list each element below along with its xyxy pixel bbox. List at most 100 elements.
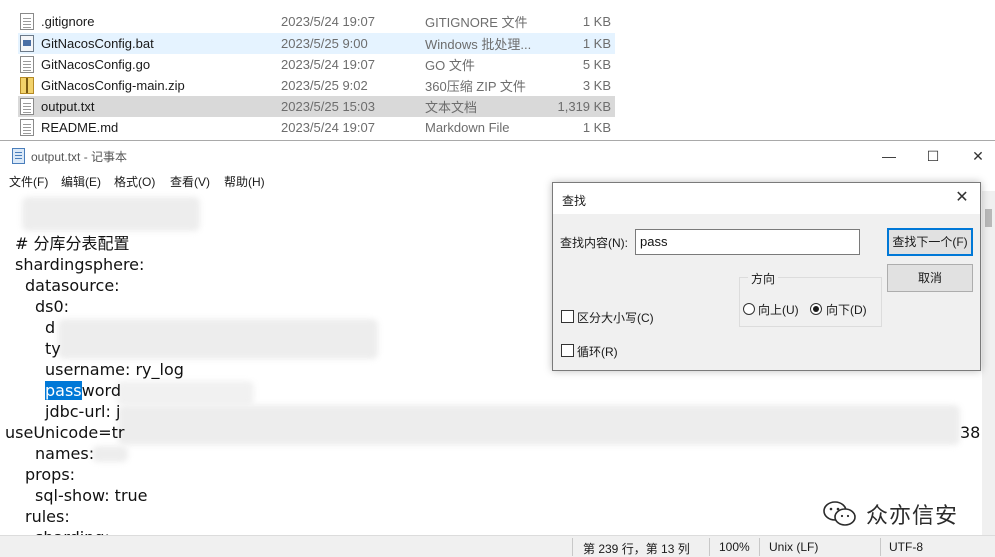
- direction-up-radio[interactable]: [743, 303, 755, 315]
- redacted-area: [58, 319, 378, 359]
- wrap-around-checkbox[interactable]: [561, 344, 574, 357]
- text-file-icon: [20, 119, 34, 136]
- code-line: sql-show: true: [35, 486, 148, 505]
- watermark: 众亦信安: [822, 498, 958, 530]
- file-type: 360压缩 ZIP 文件: [425, 79, 526, 94]
- direction-down-label[interactable]: 向下(D): [826, 301, 867, 318]
- file-size: 3 KB: [582, 78, 611, 93]
- encoding: UTF-8: [889, 540, 923, 554]
- code-line: shardingsphere:: [15, 255, 145, 274]
- status-separator: [709, 538, 710, 556]
- maximize-button[interactable]: ☐: [910, 141, 956, 171]
- menu-view[interactable]: 查看(V): [170, 173, 210, 190]
- redacted-area: [116, 381, 254, 405]
- minimize-button[interactable]: —: [866, 141, 912, 171]
- code-line: sharding:: [35, 527, 110, 535]
- direction-up-label[interactable]: 向上(U): [758, 301, 799, 318]
- find-dialog-title: 查找: [562, 194, 587, 208]
- code-line: useUnicode=tr: [5, 423, 125, 442]
- find-dialog-titlebar[interactable]: 查找 ✕: [553, 183, 980, 214]
- file-size: 1 KB: [582, 120, 611, 135]
- code-line: # 分库分表配置: [15, 234, 130, 253]
- code-line: ty: [45, 339, 61, 358]
- direction-group-label: 方向: [748, 270, 779, 287]
- file-row-gitnacosconfig-main-zip[interactable]: GitNacosConfig-main.zip 2023/5/25 9:02 3…: [18, 75, 615, 96]
- file-row-output-txt[interactable]: output.txt 2023/5/25 15:03 文本文档 1,319 KB: [18, 96, 615, 117]
- find-what-input[interactable]: pass: [635, 229, 860, 255]
- file-name: GitNacosConfig-main.zip: [41, 78, 185, 93]
- code-line: names:: [35, 444, 95, 463]
- file-date: 2023/5/25 9:02: [281, 78, 368, 93]
- file-date: 2023/5/24 19:07: [281, 14, 375, 29]
- cursor-position: 第 239 行，第 13 列: [583, 542, 690, 556]
- code-line: datasource:: [25, 276, 120, 295]
- notepad-titlebar[interactable]: output.txt - 记事本 — ☐ ✕: [0, 141, 995, 171]
- file-date: 2023/5/25 9:00: [281, 36, 368, 51]
- menu-help[interactable]: 帮助(H): [224, 173, 265, 190]
- batch-file-icon: [20, 35, 34, 52]
- file-name: output.txt: [41, 99, 95, 114]
- menu-edit[interactable]: 编辑(E): [61, 173, 101, 190]
- status-separator: [759, 538, 760, 556]
- file-name: GitNacosConfig.bat: [41, 36, 154, 51]
- watermark-text: 众亦信安: [866, 504, 959, 529]
- code-text: word: [81, 381, 121, 400]
- text-file-icon: [20, 56, 34, 73]
- zoom-level: 100%: [719, 540, 750, 554]
- file-type: Windows 批处理...: [425, 37, 532, 52]
- close-button[interactable]: ✕: [955, 141, 995, 171]
- code-line: d: [45, 318, 56, 337]
- file-name: GitNacosConfig.go: [41, 57, 151, 72]
- status-bar: 第 239 行，第 13 列 100% Unix (LF) UTF-8: [0, 535, 995, 557]
- file-name: .gitignore: [41, 14, 95, 29]
- wrap-around-label[interactable]: 循环(R): [577, 343, 618, 360]
- text-file-icon: [20, 98, 34, 115]
- file-name: README.md: [41, 120, 119, 135]
- menu-format[interactable]: 格式(O): [114, 173, 155, 190]
- vertical-scrollbar[interactable]: [982, 191, 995, 535]
- code-line: username: ry_log: [45, 360, 184, 379]
- search-match-highlight: pass: [45, 381, 82, 400]
- file-size: 5 KB: [582, 57, 611, 72]
- file-row-gitnacosconfig-go[interactable]: GitNacosConfig.go 2023/5/24 19:07 GO 文件 …: [18, 54, 615, 75]
- notepad-app-icon: [12, 148, 25, 164]
- file-date: 2023/5/24 19:07: [281, 120, 375, 135]
- file-type: 文本文档: [425, 100, 478, 115]
- line-ending: Unix (LF): [769, 540, 819, 554]
- redacted-area: [92, 446, 128, 462]
- file-explorer-list: .gitignore 2023/5/24 19:07 GITIGNORE 文件 …: [0, 0, 995, 140]
- file-row-readme-md[interactable]: README.md 2023/5/24 19:07 Markdown File …: [18, 117, 615, 138]
- code-line: props:: [25, 465, 76, 484]
- file-size: 1 KB: [582, 36, 611, 51]
- find-what-label: 查找内容(N):: [560, 236, 628, 250]
- file-type: GITIGNORE 文件: [425, 15, 528, 30]
- find-dialog: 查找 ✕ 查找内容(N): pass 查找下一个(F) 取消 方向 向上(U) …: [552, 182, 981, 371]
- file-row-gitignore[interactable]: .gitignore 2023/5/24 19:07 GITIGNORE 文件 …: [18, 11, 615, 32]
- redacted-area: [118, 405, 960, 445]
- match-case-checkbox[interactable]: [561, 310, 574, 323]
- cancel-button[interactable]: 取消: [887, 264, 973, 292]
- window-title: output.txt - 记事本: [31, 150, 128, 164]
- file-date: 2023/5/24 19:07: [281, 57, 375, 72]
- file-row-gitnacosconfig-bat[interactable]: GitNacosConfig.bat 2023/5/25 9:00 Window…: [18, 33, 615, 54]
- menu-file[interactable]: 文件(F): [9, 173, 48, 190]
- scrollbar-thumb[interactable]: [985, 209, 992, 227]
- code-line: ds0:: [35, 297, 70, 316]
- find-dialog-close-button[interactable]: ✕: [950, 187, 974, 209]
- redacted-area: [22, 197, 200, 231]
- file-size: 1,319 KB: [557, 99, 612, 114]
- direction-down-radio[interactable]: [810, 303, 822, 315]
- file-type: GO 文件: [425, 58, 475, 73]
- match-case-label[interactable]: 区分大小写(C): [577, 309, 654, 326]
- code-line: password: [45, 380, 121, 401]
- find-next-button[interactable]: 查找下一个(F): [887, 228, 973, 256]
- text-file-icon: [20, 13, 34, 30]
- status-separator: [880, 538, 881, 556]
- code-line: rules:: [25, 507, 70, 526]
- code-line-tail: 38: [960, 423, 981, 442]
- direction-group: 方向 向上(U) 向下(D): [739, 270, 882, 327]
- file-type: Markdown File: [425, 120, 510, 135]
- status-separator: [572, 538, 573, 556]
- code-line: jdbc-url: j: [45, 402, 121, 421]
- wechat-icon: [822, 500, 858, 528]
